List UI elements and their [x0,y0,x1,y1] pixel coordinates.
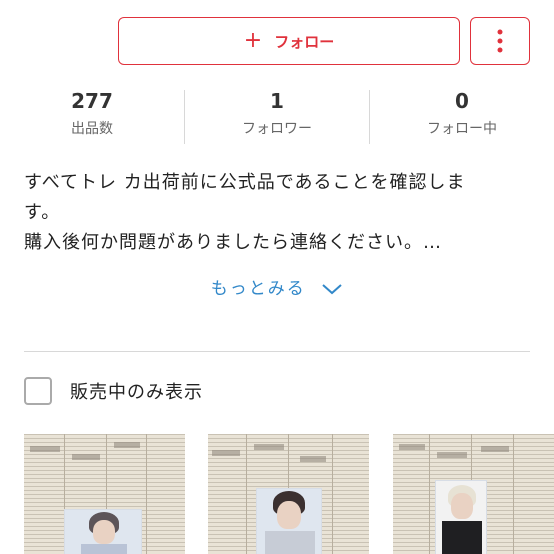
show-more-label: もっとみる [210,279,306,299]
on-sale-filter[interactable]: 販売中のみ表示 [24,377,203,405]
show-more-link[interactable]: もっとみる [0,274,554,299]
follow-button[interactable]: + フォロー [118,17,460,65]
stat-following[interactable]: 0 フォロー中 [370,88,554,138]
follow-label: フォロー [274,32,335,51]
plus-icon: + [243,28,263,53]
stat-value: 1 [270,89,284,113]
photocard [64,509,142,554]
more-options-button[interactable] [470,17,530,65]
chevron-down-icon [322,284,342,295]
listing-thumbnail[interactable] [208,434,369,554]
listing-thumbnail[interactable] [24,434,185,554]
bio-line: す。 [24,202,61,223]
vertical-ellipsis-icon [497,29,503,53]
profile-stats: 277 出品数 1 フォロワー 0 フォロー中 [0,88,554,146]
listing-thumbnail[interactable] [393,434,554,554]
photocard [256,488,322,554]
stat-listings[interactable]: 277 出品数 [0,88,184,138]
profile-bio: すべてトレ カ出荷前に公式品であることを確認しま す。 購入後何か問題がありまし… [24,168,536,258]
photocard [435,480,487,554]
section-divider [24,351,530,352]
stat-label: 出品数 [71,121,113,137]
stat-followers[interactable]: 1 フォロワー [185,88,369,138]
on-sale-filter-label: 販売中のみ表示 [70,382,203,403]
bio-line: 購入後何か問題がありましたら連絡ください。… [24,232,442,253]
listing-grid [0,434,554,554]
stat-value: 277 [71,89,113,113]
on-sale-checkbox[interactable] [24,377,52,405]
stat-label: フォロー中 [427,121,497,137]
stat-label: フォロワー [242,121,312,137]
bio-line: すべてトレ カ出荷前に公式品であることを確認しま [24,172,466,193]
stat-value: 0 [455,89,469,113]
